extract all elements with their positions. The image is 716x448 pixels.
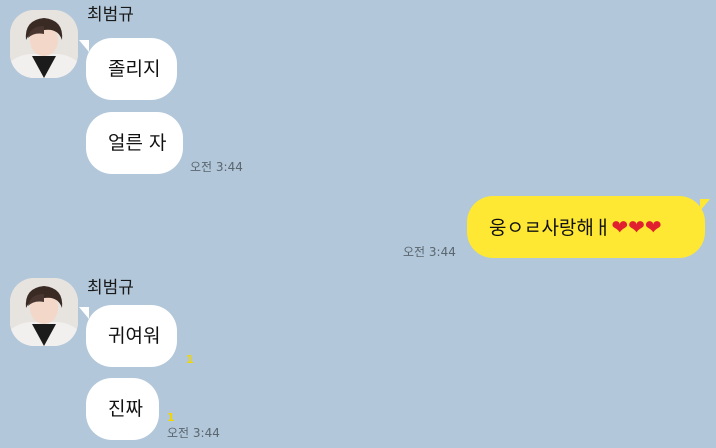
- bubble-tail: [79, 307, 89, 319]
- message-bubble-outgoing[interactable]: 웅ㅇㄹ사랑해ㅐ❤❤❤: [467, 196, 705, 258]
- message-timestamp: 오전 3:44: [403, 245, 456, 259]
- message-bubble-incoming[interactable]: 얼른 자: [86, 112, 183, 174]
- message-bubble-incoming[interactable]: 진짜: [86, 378, 159, 440]
- sender-avatar[interactable]: [10, 278, 78, 346]
- message-bubble-incoming[interactable]: 귀여워: [86, 305, 177, 367]
- avatar-photo-icon: [10, 10, 78, 78]
- unread-count: 1: [167, 411, 175, 424]
- bubble-tail: [79, 40, 89, 52]
- message-timestamp: 오전 3:44: [190, 160, 243, 174]
- sender-name: 최범규: [87, 5, 134, 25]
- sender-name: 최범규: [87, 278, 134, 298]
- message-bubble-incoming[interactable]: 졸리지: [86, 38, 177, 100]
- heart-emoji-icon: ❤❤❤: [611, 215, 662, 239]
- unread-count: 1: [186, 353, 194, 366]
- sender-avatar[interactable]: [10, 10, 78, 78]
- message-text: 웅ㅇㄹ사랑해ㅐ: [489, 217, 612, 239]
- avatar-photo-icon: [10, 278, 78, 346]
- message-timestamp: 오전 3:44: [167, 426, 220, 440]
